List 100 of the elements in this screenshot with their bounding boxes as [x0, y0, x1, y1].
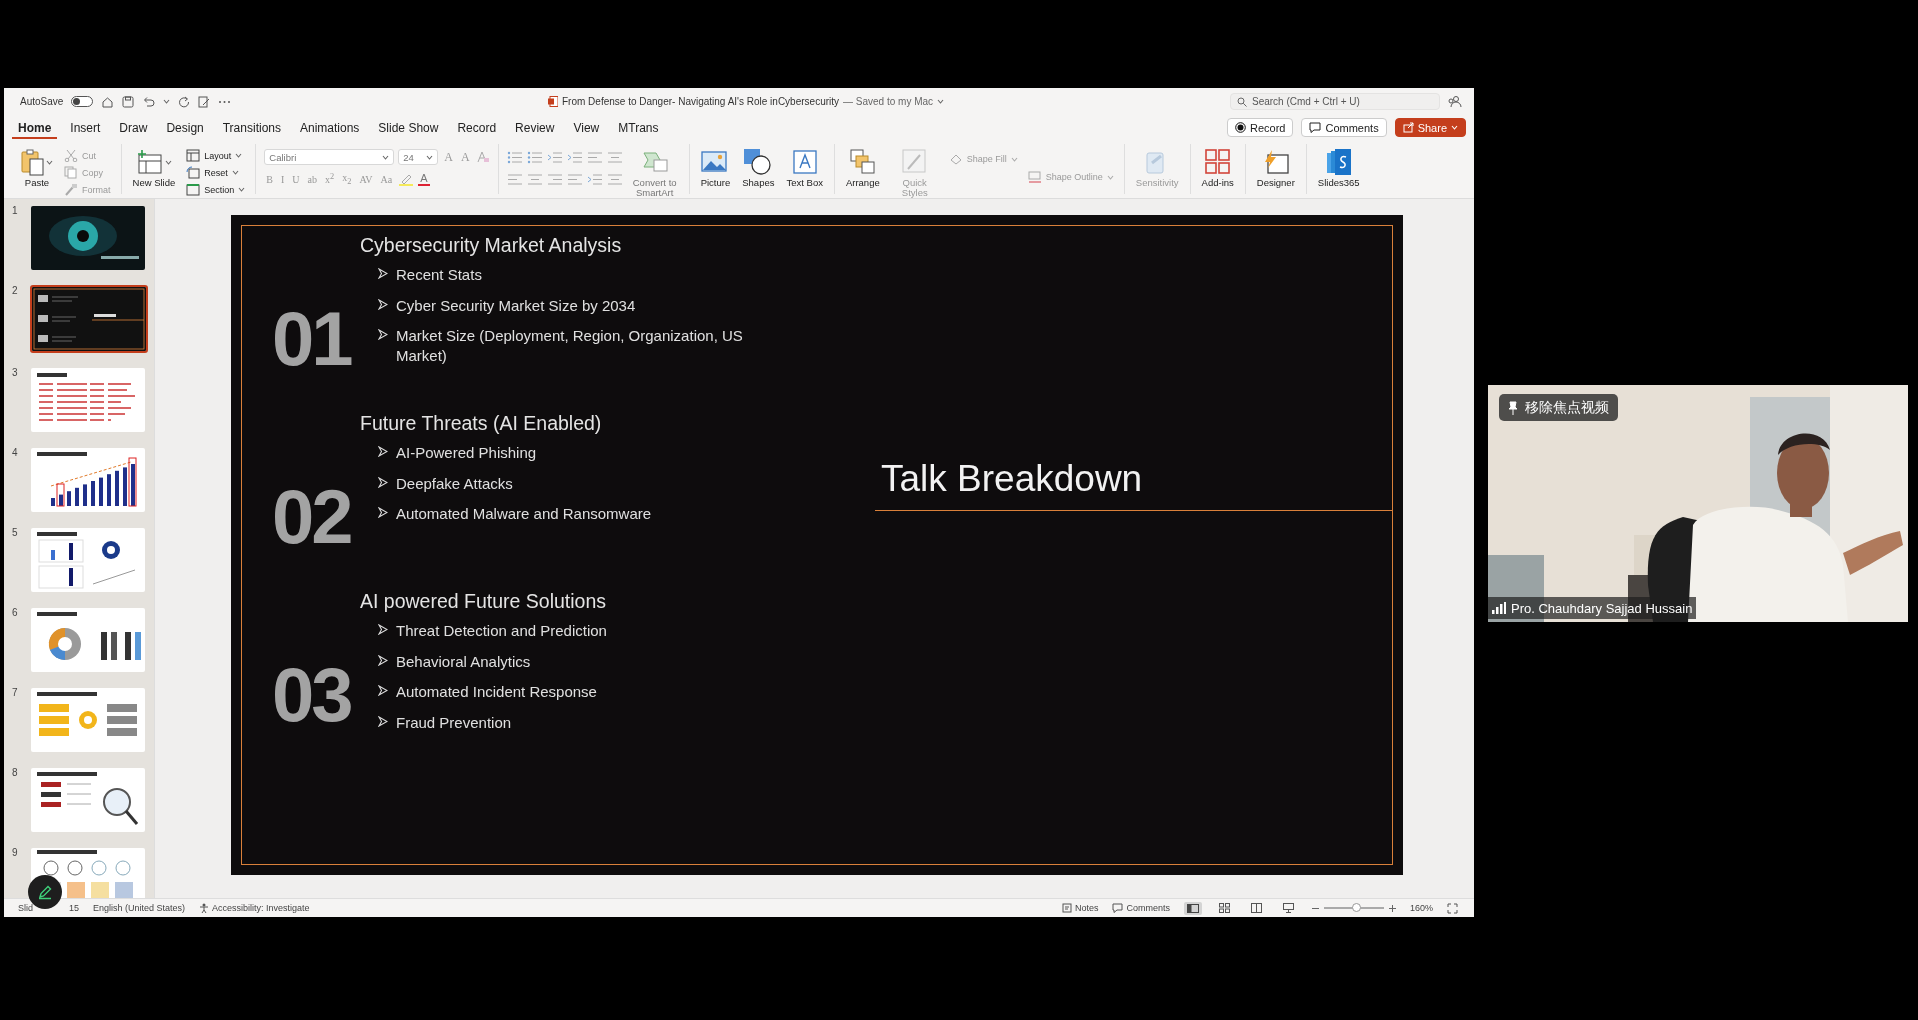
share-button[interactable]: Share [1394, 118, 1466, 137]
slide-thumbnail[interactable] [30, 847, 146, 898]
comments-button[interactable]: Comments [1301, 118, 1387, 137]
ribbon-tab[interactable]: MTrans [612, 116, 665, 139]
search-field[interactable]: Search (Cmd + Ctrl + U) [1230, 93, 1440, 110]
zoom-in-icon[interactable] [1388, 904, 1396, 912]
smartart-button[interactable]: Convert to SmartArt [628, 146, 681, 201]
fit-to-window-icon[interactable] [1447, 902, 1458, 914]
caret-icon [231, 170, 239, 175]
slide-number: 5 [12, 527, 19, 538]
bullet-text: Behavioral Analytics [396, 651, 531, 671]
section-heading: Cybersecurity Market Analysis [360, 234, 623, 257]
bullet-text: Automated Malware and Ransomware [396, 504, 652, 524]
ribbon-tab[interactable]: Draw [113, 116, 154, 139]
accessibility-button[interactable]: Accessibility: Investigate [199, 902, 310, 914]
reset-icon [186, 166, 201, 179]
align-text-icon [606, 172, 623, 186]
slide-option-button[interactable]: Section [184, 182, 248, 197]
slide-thumbnail[interactable] [30, 607, 146, 673]
copy-icon [64, 166, 78, 179]
paint-bucket-icon [948, 153, 963, 165]
ribbon-tab[interactable]: Transitions [216, 116, 287, 139]
signal-icon [1492, 602, 1506, 614]
ribbon-tab[interactable]: Home [12, 116, 58, 139]
ribbon-button[interactable]: Add-ins [1198, 146, 1237, 191]
comments-button[interactable]: Comments [1112, 903, 1170, 913]
slide-thumbnail[interactable] [30, 767, 146, 833]
caret-icon [382, 154, 390, 160]
comment-icon [1112, 903, 1124, 913]
normal-view-icon [1186, 903, 1199, 913]
language-label[interactable]: English (United States) [93, 903, 186, 913]
more-icon[interactable] [218, 99, 232, 104]
slide-indicator: Slid [18, 903, 33, 913]
home-icon[interactable] [101, 95, 115, 108]
arrow-bullet-icon [378, 446, 388, 457]
zoom-slider-thumb[interactable] [1351, 903, 1361, 912]
arrow-bullet-icon [378, 298, 388, 310]
autosave-toggle[interactable] [71, 96, 94, 107]
zoom-level[interactable]: 160% [1409, 903, 1433, 913]
section-number: 01 [271, 295, 353, 382]
font-size-field[interactable]: 24 [398, 149, 439, 165]
slide-option-button[interactable]: Reset [184, 165, 248, 180]
section-heading: Future Threats (AI Enabled) [360, 412, 603, 435]
slide-thumbnail[interactable] [30, 285, 148, 353]
ribbon-tab[interactable]: Design [160, 116, 210, 139]
caret-icon [164, 159, 172, 165]
caret-icon [426, 154, 434, 160]
edit-document-icon[interactable] [198, 95, 211, 108]
ribbon-tab[interactable]: Slide Show [372, 116, 445, 139]
paste-button[interactable]: Paste [18, 146, 56, 191]
ribbon-button[interactable]: Arrange [842, 146, 883, 191]
slide-count: 15 [69, 903, 80, 913]
slide-number: 1 [12, 205, 19, 216]
ribbon-button[interactable]: Designer [1253, 146, 1298, 191]
ribbon-tab[interactable]: Record [451, 116, 503, 139]
slide-number: 6 [12, 607, 19, 618]
book-icon [1251, 903, 1263, 913]
brush-icon [64, 183, 78, 196]
ribbon-button[interactable]: Picture [697, 146, 734, 191]
align-left-icon [506, 172, 523, 186]
text-direction-icon [586, 172, 603, 186]
caret-icon [235, 153, 243, 158]
redo-icon[interactable] [178, 95, 191, 108]
slide-thumbnail[interactable] [30, 527, 146, 593]
slide-option-button[interactable]: Layout [184, 148, 248, 163]
unpin-video-button[interactable]: 移除焦点视频 [1499, 394, 1618, 421]
people-icon[interactable] [1448, 95, 1462, 108]
new-slide-button[interactable]: New Slide [129, 146, 179, 191]
save-icon[interactable] [122, 95, 135, 108]
justify-icon [566, 172, 583, 186]
bullet-text: Fraud Prevention [396, 712, 512, 732]
slide-thumbnail[interactable] [30, 367, 146, 433]
font-name-field[interactable]: Calibri [264, 149, 395, 165]
shapes-icon [743, 148, 774, 176]
arrow-bullet-icon [378, 268, 388, 279]
ribbon-tab[interactable]: View [567, 116, 606, 139]
undo-icon[interactable] [142, 95, 156, 108]
ribbon-tab[interactable]: Insert [64, 116, 107, 139]
share-icon [1402, 122, 1414, 133]
font-color-button[interactable]: A [418, 172, 430, 186]
ribbon-tab[interactable]: Review [509, 116, 561, 139]
normal-view-button[interactable] [1183, 901, 1202, 915]
ribbon-button[interactable]: Shapes [739, 146, 778, 191]
ribbon-button[interactable]: Text Box [783, 146, 826, 191]
slide-thumbnail[interactable] [30, 205, 146, 271]
slide-thumbnail[interactable] [30, 687, 146, 753]
arrow-bullet-icon [378, 654, 388, 666]
slides-stack-icon [1325, 148, 1352, 176]
notes-button[interactable]: Notes [1061, 903, 1099, 913]
record-button[interactable]: Record [1227, 118, 1294, 137]
search-icon [1237, 96, 1247, 107]
section-number: 03 [271, 651, 352, 738]
slide-title: Talk Breakdown [875, 458, 1392, 511]
ribbon-tab[interactable]: Animations [294, 116, 366, 139]
text-box-icon [791, 149, 818, 175]
ribbon-button[interactable]: Slides365 [1314, 146, 1363, 191]
decrease-indent-icon [546, 150, 563, 164]
slide-thumbnail[interactable] [30, 447, 146, 513]
slide-number: 8 [12, 767, 19, 778]
caret-icon [937, 99, 945, 104]
